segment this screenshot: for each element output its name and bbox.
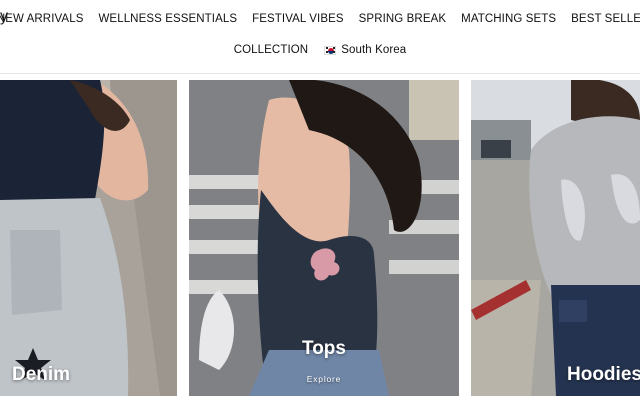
nav-row-secondary: COLLECTION South Korea bbox=[0, 41, 640, 59]
south-korea-flag-icon bbox=[324, 45, 337, 55]
hoodies-photo bbox=[471, 80, 640, 396]
country-label: South Korea bbox=[341, 44, 407, 56]
nav-best-sellers[interactable]: BEST SELLERS bbox=[571, 13, 640, 25]
nav-spring-break[interactable]: SPRING BREAK bbox=[359, 13, 446, 25]
category-tile-denim[interactable]: Denim bbox=[0, 80, 177, 396]
category-title-hoodies: Hoodies bbox=[567, 364, 640, 385]
country-selector[interactable]: South Korea bbox=[324, 44, 406, 56]
nav-festival-vibes[interactable]: FESTIVAL VIBES bbox=[252, 13, 344, 25]
category-tile-hoodies[interactable]: Hoodies bbox=[471, 80, 640, 396]
nav-matching-sets[interactable]: MATCHING SETS bbox=[461, 13, 556, 25]
category-title-denim: Denim bbox=[12, 364, 71, 385]
category-tiles: Denim Tops Explore Hoodies bbox=[0, 80, 640, 396]
explore-link[interactable]: Explore bbox=[189, 374, 459, 384]
nav-new-arrivals[interactable]: NEW ARRIVALS bbox=[0, 13, 83, 25]
denim-photo bbox=[0, 80, 177, 396]
top-navigation: y NEW ARRIVALS WELLNESS ESSENTIALS FESTI… bbox=[0, 0, 640, 74]
nav-row-primary: NEW ARRIVALS WELLNESS ESSENTIALS FESTIVA… bbox=[0, 10, 640, 28]
category-title-tops: Tops bbox=[302, 338, 346, 359]
nav-wellness-essentials[interactable]: WELLNESS ESSENTIALS bbox=[98, 13, 237, 25]
nav-collection[interactable]: COLLECTION bbox=[234, 44, 309, 56]
category-tile-tops[interactable]: Tops Explore bbox=[189, 80, 459, 396]
